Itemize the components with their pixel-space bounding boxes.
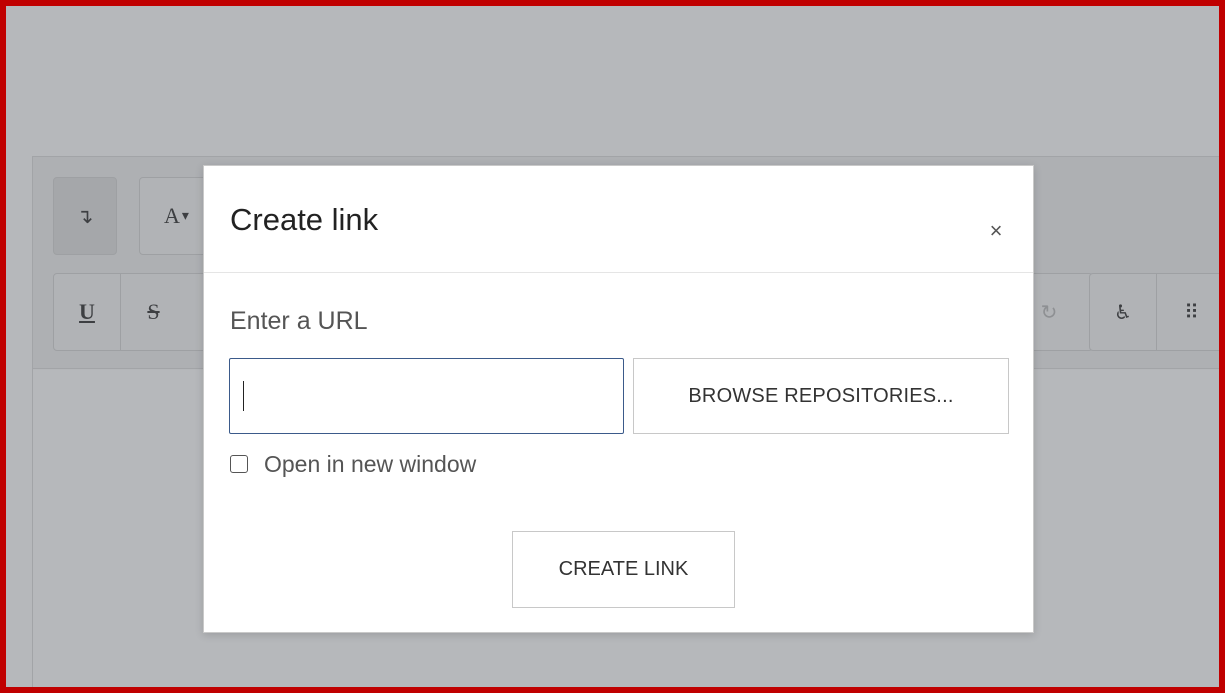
strikethrough-icon: S: [147, 299, 160, 324]
create-link-dialog: Create link × Enter a URL BROWSE REPOSIT…: [203, 165, 1034, 633]
collapse-icon: ↴: [76, 204, 94, 228]
open-new-window-row: Open in new window: [230, 449, 476, 479]
close-icon: ×: [989, 218, 1003, 243]
app-frame: ↴ A ▾ U S ↻ ♿ ⠿ Create link × Enter a UR…: [6, 6, 1219, 687]
accessibility-icon: ♿: [1114, 300, 1132, 324]
font-icon: A: [164, 203, 180, 228]
open-new-window-label[interactable]: Open in new window: [264, 451, 476, 478]
toolbar-collapse-button[interactable]: ↴: [53, 177, 117, 255]
braille-icon: ⠿: [1184, 300, 1199, 324]
text-caret: [243, 381, 244, 411]
dialog-title: Create link: [230, 202, 379, 237]
url-label: Enter a URL: [230, 307, 368, 335]
close-button[interactable]: ×: [985, 220, 1007, 242]
accessibility-checker-button[interactable]: ♿: [1090, 274, 1156, 350]
create-link-button[interactable]: CREATE LINK: [512, 531, 735, 608]
screenreader-helper-button[interactable]: ⠿: [1156, 274, 1219, 350]
underline-button[interactable]: U: [54, 274, 120, 350]
url-input[interactable]: [229, 358, 624, 434]
dialog-header: Create link ×: [204, 166, 1033, 273]
underline-icon: U: [79, 299, 95, 324]
redo-icon: ↻: [1040, 300, 1058, 324]
open-new-window-checkbox[interactable]: [230, 455, 248, 473]
strikethrough-button[interactable]: S: [120, 274, 186, 350]
tools-group: ♿ ⠿: [1089, 273, 1219, 351]
browse-repositories-button[interactable]: BROWSE REPOSITORIES...: [633, 358, 1009, 434]
chevron-down-icon: ▾: [181, 208, 189, 224]
